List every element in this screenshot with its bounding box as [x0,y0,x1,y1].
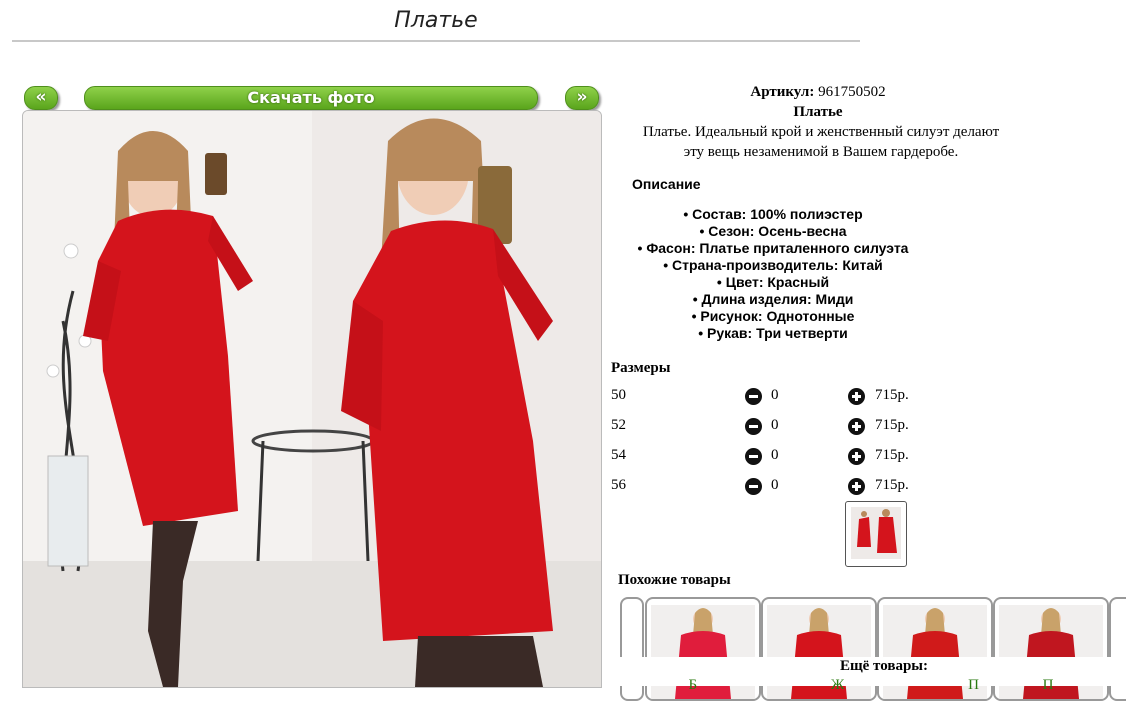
quantity-value: 0 [771,447,779,463]
size-price: 715р. [875,417,909,433]
size-value: 56 [611,477,626,493]
sku-value: 961750502 [818,84,886,100]
minus-circle-icon[interactable] [745,388,762,405]
size-value: 50 [611,387,626,403]
minus-circle-icon[interactable] [745,478,762,495]
size-price: 715р. [875,447,909,463]
size-value: 54 [611,447,626,463]
size-price: 715р. [875,477,909,493]
plus-circle-icon[interactable] [848,478,865,495]
spec-item: Рукав: Три четверти [600,325,946,342]
prev-photo-button[interactable]: « [24,86,58,110]
plus-circle-icon[interactable] [848,448,865,465]
photo-thumbnail[interactable] [845,501,907,567]
product-name: Платье [793,104,843,120]
spec-list: Состав: 100% полиэстер Сезон: Осень-весн… [600,206,946,342]
minus-circle-icon[interactable] [745,418,762,435]
more-products-section: Ещё товары: Б Ж П П [604,657,1126,693]
plus-circle-icon[interactable] [848,418,865,435]
plus-circle-icon[interactable] [848,388,865,405]
spec-item: Сезон: Осень-весна [600,223,946,240]
minus-circle-icon[interactable] [745,448,762,465]
size-value: 52 [611,417,626,433]
size-price: 715р. [875,387,909,403]
size-row: 50 0 715р. [611,385,931,407]
more-link[interactable]: П [968,677,979,693]
product-photo[interactable] [22,110,602,688]
more-link[interactable]: Ж [831,677,844,693]
spec-item: Страна-производитель: Китай [600,257,946,274]
size-row: 56 0 715р. [611,475,931,497]
spec-item: Цвет: Красный [600,274,946,291]
more-link[interactable]: П [1043,677,1054,693]
page-title: Платье [394,8,478,33]
quantity-value: 0 [771,417,779,433]
quantity-value: 0 [771,387,779,403]
more-link[interactable]: Б [688,677,697,693]
title-divider [12,40,860,42]
thumbnail-image [851,507,901,559]
sizes-heading: Размеры [611,360,671,376]
size-row: 52 0 715р. [611,415,931,437]
spec-item: Состав: 100% полиэстер [600,206,946,223]
spec-item: Фасон: Платье приталенного силуэта [600,240,946,257]
product-details: Артикул: 961750502 Платье Платье. Идеаль… [608,82,1028,162]
sku-line: Артикул: 961750502 [608,82,1028,102]
description-heading: Описание [632,176,701,192]
size-row: 54 0 715р. [611,445,931,467]
product-summary: Платье. Идеальный крой и женственный сил… [642,124,1000,160]
more-products-heading: Ещё товары: [839,658,929,674]
similar-products-heading: Похожие товары [618,572,731,588]
quantity-value: 0 [771,477,779,493]
next-photo-button[interactable]: » [565,86,599,110]
spec-item: Длина изделия: Миди [600,291,946,308]
sku-label: Артикул: [750,84,815,100]
spec-item: Рисунок: Однотонные [600,308,946,325]
download-photo-button[interactable]: Скачать фото [84,86,538,110]
product-photo-image [23,111,601,687]
